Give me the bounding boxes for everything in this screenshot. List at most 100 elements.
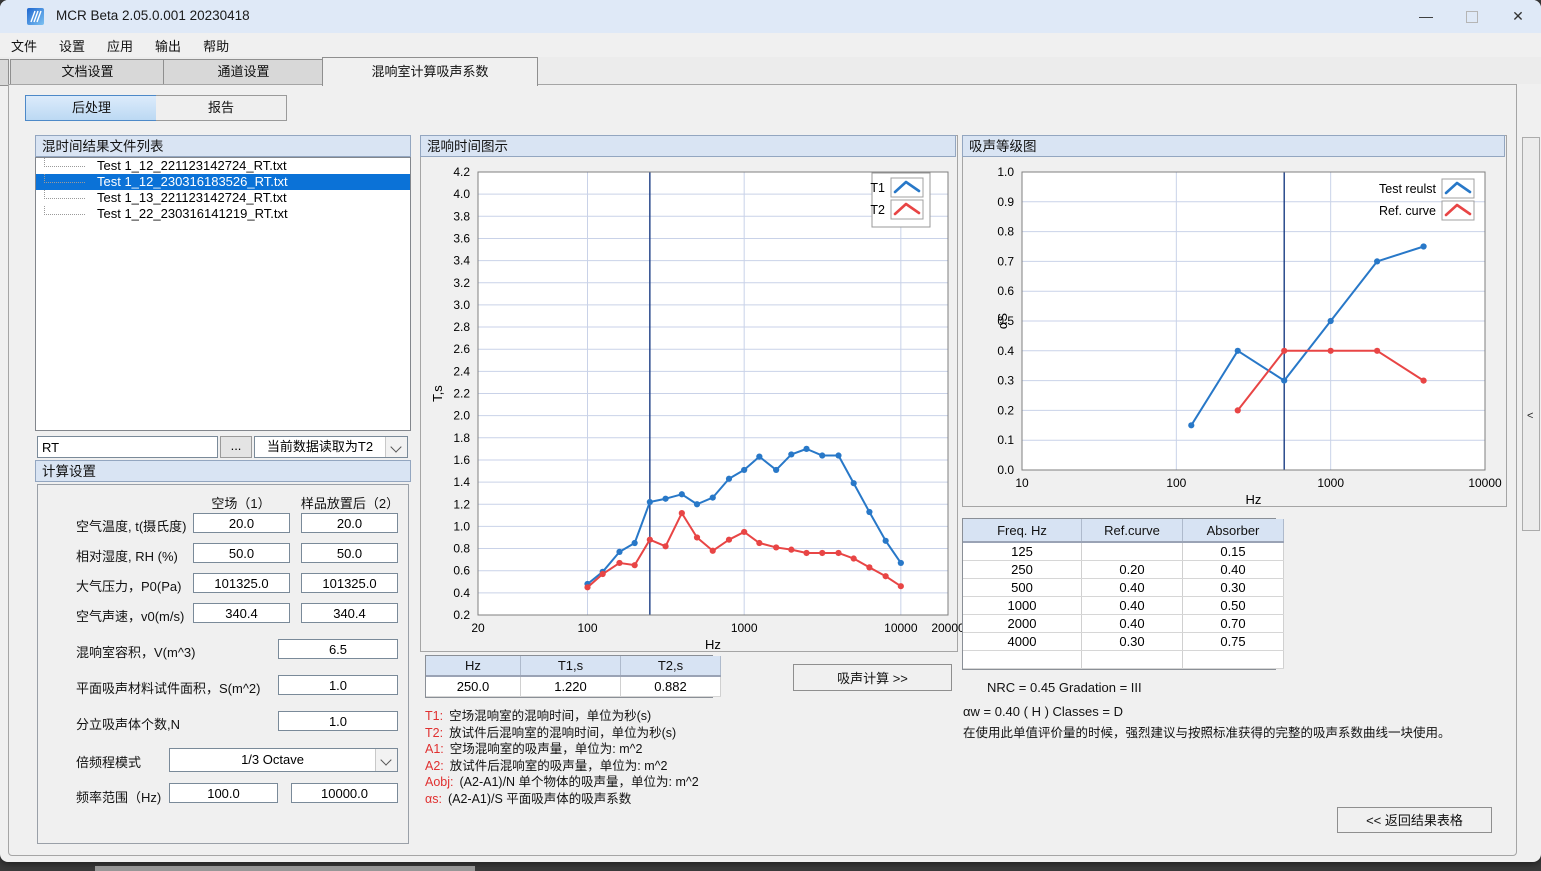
field-input-empty[interactable]: [193, 513, 290, 533]
field-label: 混响室容积，V(m^3): [76, 642, 196, 661]
grade-chart[interactable]: 0.00.10.20.30.40.50.60.70.80.91.01010010…: [963, 158, 1504, 504]
svg-text:1.0: 1.0: [453, 519, 470, 533]
field-input-sample[interactable]: [301, 513, 398, 533]
field-input[interactable]: [278, 675, 398, 695]
table-row[interactable]: 1250.15: [963, 542, 1284, 561]
collapse-panel-handle[interactable]: <: [1522, 137, 1540, 531]
chevron-left-icon: <: [1527, 410, 1533, 422]
note-text: 放试件后混响室的吸声量，单位为: m^2: [450, 759, 668, 773]
minimize-icon[interactable]: —: [1403, 0, 1449, 33]
tree-connector-icon: [44, 174, 85, 183]
table-row[interactable]: 250.01.2200.882: [426, 676, 721, 697]
chevron-down-icon[interactable]: [375, 749, 397, 771]
svg-text:3.4: 3.4: [453, 254, 470, 268]
svg-text:0.9: 0.9: [997, 195, 1014, 209]
svg-text:0.2: 0.2: [453, 608, 470, 622]
menu-file[interactable]: 文件: [0, 36, 48, 55]
menu-settings[interactable]: 设置: [48, 36, 96, 55]
table-cell: 2000: [963, 615, 1082, 633]
freq-max-input[interactable]: [291, 783, 398, 803]
table-cell: 125: [963, 542, 1082, 561]
octave-mode-select[interactable]: 1/3 Octave: [169, 748, 398, 772]
column-header: T1,s: [521, 656, 621, 676]
column-header: Ref.curve: [1082, 519, 1183, 542]
table-row[interactable]: 2500.200.40: [963, 561, 1284, 579]
table-row[interactable]: 20000.400.70: [963, 615, 1284, 633]
list-item[interactable]: Test 1_12_221123142724_RT.txt: [36, 158, 410, 174]
list-item[interactable]: Test 1_13_221123142724_RT.txt: [36, 190, 410, 206]
note-key: A2:: [425, 759, 444, 773]
file-list[interactable]: Test 1_12_221123142724_RT.txtTest 1_12_2…: [35, 157, 411, 431]
window-title: MCR Beta 2.05.0.001 20230418: [56, 8, 250, 23]
subtab-report[interactable]: 报告: [156, 95, 287, 121]
svg-text:2.2: 2.2: [453, 387, 470, 401]
title-bar[interactable]: MCR Beta 2.05.0.001 20230418 — ✕: [0, 0, 1541, 33]
column-header: Absorber: [1183, 519, 1284, 542]
table-cell: 250.0: [426, 676, 521, 697]
calc-settings-group: 空场（1） 样品放置后（2） 倍频程模式 1/3 Octave 频率范围（Hz)…: [37, 484, 409, 844]
svg-text:100: 100: [1166, 476, 1186, 490]
data-read-select[interactable]: 当前数据读取为T2: [254, 436, 408, 458]
svg-text:2.0: 2.0: [453, 409, 470, 423]
y-axis-label: αS: [995, 313, 1010, 330]
subtab-postprocess[interactable]: 后处理: [25, 95, 158, 121]
field-input-empty[interactable]: [193, 603, 290, 623]
list-item[interactable]: Test 1_12_230316183526_RT.txt: [36, 174, 410, 190]
grade-chart-header: 吸声等级图: [962, 135, 1505, 157]
svg-text:Test reulst: Test reulst: [1379, 182, 1436, 196]
note-line: T1:空场混响室的混响时间，单位为秒(s): [425, 708, 945, 725]
table-cell: 0.40: [1183, 561, 1284, 579]
freq-range-label: 频率范围（Hz): [76, 787, 161, 806]
absorption-calc-button[interactable]: 吸声计算 >>: [793, 664, 952, 691]
field-input-empty[interactable]: [193, 573, 290, 593]
freq-min-input[interactable]: [169, 783, 278, 803]
field-input-empty[interactable]: [193, 543, 290, 563]
table-row[interactable]: [963, 651, 1284, 669]
field-input-sample[interactable]: [301, 603, 398, 623]
tab-reverb-absorption[interactable]: 混响室计算吸声系数: [322, 57, 538, 86]
background-window-sliver: [95, 866, 475, 871]
menu-output[interactable]: 输出: [144, 36, 192, 55]
rt-chart-header: 混响时间图示: [420, 135, 956, 157]
svg-text:1.0: 1.0: [997, 165, 1014, 179]
svg-text:1.2: 1.2: [453, 497, 470, 511]
tab-document-settings[interactable]: 文档设置: [10, 59, 165, 85]
tab-channel-settings[interactable]: 通道设置: [163, 59, 324, 85]
tree-connector-icon: [44, 206, 85, 215]
svg-text:0.8: 0.8: [453, 542, 470, 556]
field-input[interactable]: [278, 711, 398, 731]
field-input-sample[interactable]: [301, 543, 398, 563]
note-text: (A2-A1)/N 单个物体的吸声量，单位为: m^2: [460, 775, 699, 789]
list-item[interactable]: Test 1_22_230316141219_RT.txt: [36, 206, 410, 222]
app-window: MCR Beta 2.05.0.001 20230418 — ✕ 文件 设置 应…: [0, 0, 1541, 862]
svg-text:2.6: 2.6: [453, 342, 470, 356]
field-input-sample[interactable]: [301, 573, 398, 593]
table-cell: 0.30: [1183, 579, 1284, 597]
menu-apply[interactable]: 应用: [96, 36, 144, 55]
rt-name-input[interactable]: [37, 436, 218, 458]
grade-table: Freq. HzRef.curveAbsorber1250.152500.200…: [962, 518, 1276, 670]
x-axis-label: Hz: [705, 637, 721, 652]
svg-text:4.0: 4.0: [453, 187, 470, 201]
browse-button[interactable]: ...: [220, 436, 252, 458]
table-row[interactable]: 5000.400.30: [963, 579, 1284, 597]
menu-help[interactable]: 帮助: [192, 36, 240, 55]
column-header-empty-field: 空场（1）: [186, 493, 296, 512]
data-read-value: 当前数据读取为T2: [255, 437, 385, 457]
rt-chart[interactable]: 0.20.40.60.81.01.21.41.61.82.02.22.42.62…: [420, 158, 956, 648]
tree-connector-icon: [44, 158, 85, 167]
svg-text:0.4: 0.4: [453, 586, 470, 600]
back-to-results-button[interactable]: << 返回结果表格: [1337, 807, 1492, 833]
note-key: Aobj:: [425, 775, 454, 789]
close-icon[interactable]: ✕: [1495, 0, 1541, 33]
svg-text:2.8: 2.8: [453, 320, 470, 334]
variable-notes: T1:空场混响室的混响时间，单位为秒(s)T2:放试件后混响室的混响时间，单位为…: [425, 708, 945, 807]
x-axis-label: Hz: [1246, 492, 1262, 507]
table-row[interactable]: 40000.300.75: [963, 633, 1284, 651]
maximize-icon[interactable]: [1449, 0, 1495, 33]
field-input[interactable]: [278, 639, 398, 659]
table-row[interactable]: 10000.400.50: [963, 597, 1284, 615]
note-key: T1:: [425, 709, 443, 723]
chevron-down-icon[interactable]: [385, 437, 407, 457]
svg-text:0.8: 0.8: [997, 225, 1014, 239]
